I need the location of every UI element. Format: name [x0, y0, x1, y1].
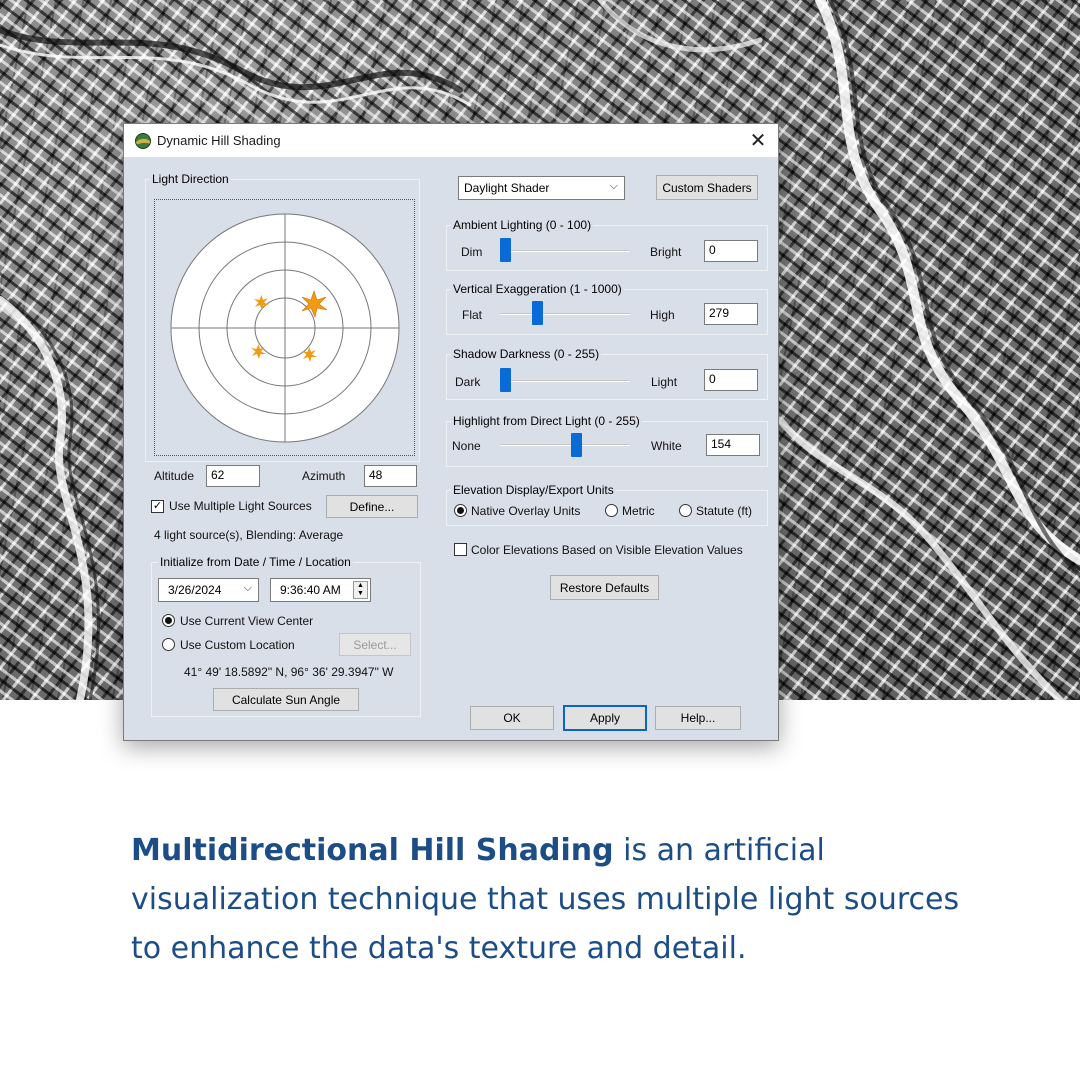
title-bar[interactable]: Dynamic Hill Shading ✕ — [124, 124, 778, 157]
ok-button[interactable]: OK — [470, 706, 554, 730]
window-title: Dynamic Hill Shading — [157, 133, 281, 148]
ambient-max-label: Bright — [650, 245, 682, 259]
color-elevations-checkbox[interactable] — [454, 543, 467, 556]
units-metric-radio[interactable] — [605, 504, 618, 517]
use-current-view-center-radio[interactable] — [162, 614, 175, 627]
altitude-label: Altitude — [154, 469, 195, 483]
shader-selected: Daylight Shader — [464, 181, 550, 195]
initialize-label: Initialize from Date / Time / Location — [158, 555, 353, 569]
use-custom-location-radio[interactable] — [162, 638, 175, 651]
shadow-min-label: Dark — [455, 375, 481, 389]
exaggeration-max-label: High — [650, 308, 675, 322]
exaggeration-slider-track[interactable] — [500, 313, 630, 315]
time-picker[interactable]: 9:36:40 AM ▲ ▼ — [270, 578, 371, 602]
calculate-sun-angle-button[interactable]: Calculate Sun Angle — [213, 688, 359, 711]
help-button[interactable]: Help... — [655, 706, 741, 730]
dynamic-hill-shading-dialog: Dynamic Hill Shading ✕ Light Direction A… — [123, 123, 779, 741]
spin-up-icon[interactable]: ▲ — [354, 582, 367, 590]
light-direction-dial[interactable] — [154, 199, 415, 456]
light-direction-label: Light Direction — [150, 172, 231, 186]
highlight-value-input[interactable]: 154 — [706, 434, 760, 456]
altitude-input[interactable]: 62 — [206, 465, 260, 487]
ambient-slider-thumb[interactable] — [500, 238, 511, 262]
light-source-sun-icon[interactable] — [302, 347, 317, 362]
caption-bold-term: Multidirectional Hill Shading — [131, 833, 614, 868]
highlight-label: Highlight from Direct Light (0 - 255) — [451, 414, 642, 428]
ambient-value-input[interactable]: 0 — [704, 240, 758, 262]
define-button[interactable]: Define... — [326, 495, 418, 518]
highlight-slider-thumb[interactable] — [571, 433, 583, 457]
close-button[interactable]: ✕ — [738, 124, 778, 157]
time-spinner[interactable]: ▲ ▼ — [353, 581, 368, 599]
vertical-exaggeration-label: Vertical Exaggeration (1 - 1000) — [451, 282, 624, 296]
color-elevations-label[interactable]: Color Elevations Based on Visible Elevat… — [471, 543, 743, 557]
apply-button[interactable]: Apply — [563, 705, 647, 731]
chevron-down-icon: ⌵ — [609, 180, 618, 192]
light-source-sun-icon[interactable] — [254, 295, 269, 310]
use-multiple-light-sources-checkbox[interactable]: ✓ — [151, 500, 164, 513]
shadow-slider-thumb[interactable] — [500, 368, 511, 392]
units-statute-label[interactable]: Statute (ft) — [696, 504, 752, 518]
date-picker[interactable]: 3/26/2024 ⌵ — [158, 578, 259, 602]
primary-light-sun-icon[interactable] — [300, 290, 328, 318]
units-statute-radio[interactable] — [679, 504, 692, 517]
units-native-label[interactable]: Native Overlay Units — [471, 504, 580, 518]
ambient-min-label: Dim — [461, 245, 483, 259]
use-current-view-center-label[interactable]: Use Current View Center — [180, 614, 313, 628]
azimuth-label: Azimuth — [302, 469, 346, 483]
date-value: 3/26/2024 — [168, 583, 222, 597]
shadow-max-label: Light — [651, 375, 678, 389]
elevation-units-label: Elevation Display/Export Units — [451, 483, 616, 497]
units-metric-label[interactable]: Metric — [622, 504, 655, 518]
chevron-down-icon: ⌵ — [243, 582, 252, 594]
highlight-max-label: White — [651, 439, 682, 453]
shadow-value-input[interactable]: 0 — [704, 369, 758, 391]
azimuth-input[interactable]: 48 — [364, 465, 417, 487]
spin-down-icon[interactable]: ▼ — [354, 590, 367, 598]
light-summary-text: 4 light source(s), Blending: Average — [154, 528, 344, 542]
custom-shaders-button[interactable]: Custom Shaders — [656, 175, 758, 200]
use-multiple-light-sources-label[interactable]: Use Multiple Light Sources — [169, 499, 312, 513]
select-location-button[interactable]: Select... — [339, 633, 411, 656]
exaggeration-min-label: Flat — [462, 308, 483, 322]
highlight-min-label: None — [452, 439, 481, 453]
shadow-darkness-label: Shadow Darkness (0 - 255) — [451, 347, 602, 361]
restore-defaults-button[interactable]: Restore Defaults — [550, 575, 659, 600]
time-value: 9:36:40 AM — [280, 583, 341, 597]
highlight-slider-track[interactable] — [500, 444, 630, 446]
use-custom-location-label[interactable]: Use Custom Location — [180, 638, 295, 652]
units-native-radio[interactable] — [454, 504, 467, 517]
app-globe-icon — [135, 133, 151, 149]
caption-text: Multidirectional Hill Shading is an arti… — [131, 826, 961, 973]
light-source-sun-icon[interactable] — [251, 344, 266, 359]
exaggeration-slider-thumb[interactable] — [532, 301, 544, 325]
shader-select[interactable]: Daylight Shader ⌵ — [458, 176, 625, 200]
ambient-slider-track[interactable] — [500, 250, 630, 252]
light-direction-target — [170, 213, 400, 443]
ambient-lighting-label: Ambient Lighting (0 - 100) — [451, 218, 594, 232]
exaggeration-value-input[interactable]: 279 — [704, 303, 758, 325]
coordinates-text: 41° 49' 18.5892" N, 96° 36' 29.3947" W — [184, 665, 394, 679]
shadow-slider-track[interactable] — [500, 380, 630, 382]
